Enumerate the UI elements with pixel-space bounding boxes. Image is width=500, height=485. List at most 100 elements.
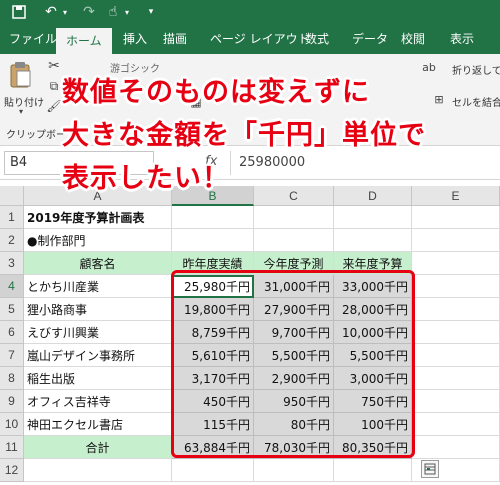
header-cell-customer[interactable]: 顧客名 xyxy=(24,252,172,275)
select-all-corner[interactable] xyxy=(0,186,24,206)
touch-mode-icon[interactable]: ☝ xyxy=(104,2,122,22)
empty-cell[interactable] xyxy=(412,436,500,459)
tab-insert[interactable]: 挿入 xyxy=(123,24,147,54)
empty-cell[interactable] xyxy=(254,459,334,482)
row-header[interactable]: 2 xyxy=(0,229,24,252)
row-header[interactable]: 5 xyxy=(0,298,24,321)
row-header[interactable]: 4 xyxy=(0,275,24,298)
empty-cell[interactable] xyxy=(172,459,254,482)
column-header-c[interactable]: C xyxy=(254,186,334,206)
department-cell[interactable]: ●制作部門 xyxy=(24,229,172,252)
paste-dropdown-icon[interactable]: ▾ xyxy=(16,106,26,116)
header-cell-last-year[interactable]: 昨年度実績 xyxy=(172,252,254,275)
amount-cell[interactable]: 10,000千円 xyxy=(334,321,412,344)
sheet-title-cell[interactable]: 2019年度予算計画表 xyxy=(24,206,172,229)
total-amount-cell[interactable]: 80,350千円 xyxy=(334,436,412,459)
header-cell-this-year[interactable]: 今年度予測 xyxy=(254,252,334,275)
merge-center-icon[interactable]: ⊞ xyxy=(432,92,446,106)
empty-cell[interactable] xyxy=(412,252,500,275)
format-painter-icon[interactable]: 🖌 xyxy=(46,98,62,114)
row-header[interactable]: 3 xyxy=(0,252,24,275)
touch-dropdown-icon[interactable]: ▾ xyxy=(122,2,132,22)
save-icon[interactable] xyxy=(10,2,28,22)
total-amount-cell[interactable]: 78,030千円 xyxy=(254,436,334,459)
amount-cell[interactable]: 3,170千円 xyxy=(172,367,254,390)
amount-cell[interactable]: 2,900千円 xyxy=(254,367,334,390)
amount-cell[interactable]: 100千円 xyxy=(334,413,412,436)
amount-cell[interactable]: 115千円 xyxy=(172,413,254,436)
empty-cell[interactable] xyxy=(412,367,500,390)
empty-cell[interactable] xyxy=(334,229,412,252)
row-header[interactable]: 6 xyxy=(0,321,24,344)
column-header-e[interactable]: E xyxy=(412,186,500,206)
amount-cell[interactable]: 5,500千円 xyxy=(254,344,334,367)
empty-cell[interactable] xyxy=(412,298,500,321)
amount-cell[interactable]: 750千円 xyxy=(334,390,412,413)
empty-cell[interactable] xyxy=(412,321,500,344)
total-amount-cell[interactable]: 63,884千円 xyxy=(172,436,254,459)
redo-icon[interactable]: ↷ xyxy=(80,2,98,22)
formula-input[interactable]: 25980000 xyxy=(230,151,496,175)
active-cell-b4[interactable]: 25,980千円 xyxy=(172,275,254,298)
empty-cell[interactable] xyxy=(172,206,254,229)
quick-analysis-icon[interactable] xyxy=(421,460,439,478)
tab-formulas[interactable]: 数式 xyxy=(305,24,329,54)
cut-icon[interactable]: ✂ xyxy=(46,58,62,74)
tab-draw[interactable]: 描画 xyxy=(163,24,187,54)
empty-cell[interactable] xyxy=(334,459,412,482)
amount-cell[interactable]: 950千円 xyxy=(254,390,334,413)
empty-cell[interactable] xyxy=(254,206,334,229)
amount-cell[interactable]: 5,610千円 xyxy=(172,344,254,367)
tab-file[interactable]: ファイル xyxy=(9,24,57,54)
tab-page-layout[interactable]: ページ レイアウト xyxy=(210,24,310,54)
row-header[interactable]: 8 xyxy=(0,367,24,390)
empty-cell[interactable] xyxy=(334,206,412,229)
amount-cell[interactable]: 28,000千円 xyxy=(334,298,412,321)
row-header[interactable]: 7 xyxy=(0,344,24,367)
amount-cell[interactable]: 31,000千円 xyxy=(254,275,334,298)
row-header[interactable]: 9 xyxy=(0,390,24,413)
row-header[interactable]: 10 xyxy=(0,413,24,436)
customer-name-cell[interactable]: オフィス吉祥寺 xyxy=(24,390,172,413)
empty-cell[interactable] xyxy=(412,229,500,252)
tab-review[interactable]: 校閲 xyxy=(401,24,425,54)
amount-cell[interactable]: 8,759千円 xyxy=(172,321,254,344)
amount-cell[interactable]: 450千円 xyxy=(172,390,254,413)
amount-cell[interactable]: 33,000千円 xyxy=(334,275,412,298)
empty-cell[interactable] xyxy=(172,229,254,252)
empty-cell[interactable] xyxy=(412,275,500,298)
customer-name-cell[interactable]: えびす川興業 xyxy=(24,321,172,344)
amount-cell[interactable]: 27,900千円 xyxy=(254,298,334,321)
header-cell-next-year[interactable]: 来年度予算 xyxy=(334,252,412,275)
empty-cell[interactable] xyxy=(412,344,500,367)
tab-view[interactable]: 表示 xyxy=(450,24,474,54)
tab-data[interactable]: データ xyxy=(352,24,388,54)
empty-cell[interactable] xyxy=(254,229,334,252)
amount-cell[interactable]: 3,000千円 xyxy=(334,367,412,390)
merge-center-label[interactable]: セルを結合し xyxy=(452,94,500,109)
empty-cell[interactable] xyxy=(412,390,500,413)
column-header-d[interactable]: D xyxy=(334,186,412,206)
undo-dropdown-icon[interactable]: ▾ xyxy=(60,2,70,22)
customer-name-cell[interactable]: 狸小路商事 xyxy=(24,298,172,321)
customer-name-cell[interactable]: 神田エクセル書店 xyxy=(24,413,172,436)
row-header[interactable]: 1 xyxy=(0,206,24,229)
amount-cell[interactable]: 5,500千円 xyxy=(334,344,412,367)
total-label-cell[interactable]: 合計 xyxy=(24,436,172,459)
row-header[interactable]: 12 xyxy=(0,459,24,482)
amount-cell[interactable]: 80千円 xyxy=(254,413,334,436)
empty-cell[interactable] xyxy=(412,206,500,229)
undo-icon[interactable]: ↶ xyxy=(42,2,60,22)
amount-cell[interactable]: 19,800千円 xyxy=(172,298,254,321)
empty-cell[interactable] xyxy=(412,413,500,436)
paste-icon[interactable] xyxy=(6,60,34,90)
amount-cell[interactable]: 9,700千円 xyxy=(254,321,334,344)
tab-home[interactable]: ホーム xyxy=(56,28,112,54)
customer-name-cell[interactable]: 嵐山デザイン事務所 xyxy=(24,344,172,367)
wrap-text-icon[interactable]: ab xyxy=(422,60,436,74)
wrap-text-label[interactable]: 折り返して全 xyxy=(452,62,500,77)
empty-cell[interactable] xyxy=(24,459,172,482)
customize-icon[interactable]: ▾ xyxy=(144,2,158,22)
row-header[interactable]: 11 xyxy=(0,436,24,459)
customer-name-cell[interactable]: とかち川産業 xyxy=(24,275,172,298)
